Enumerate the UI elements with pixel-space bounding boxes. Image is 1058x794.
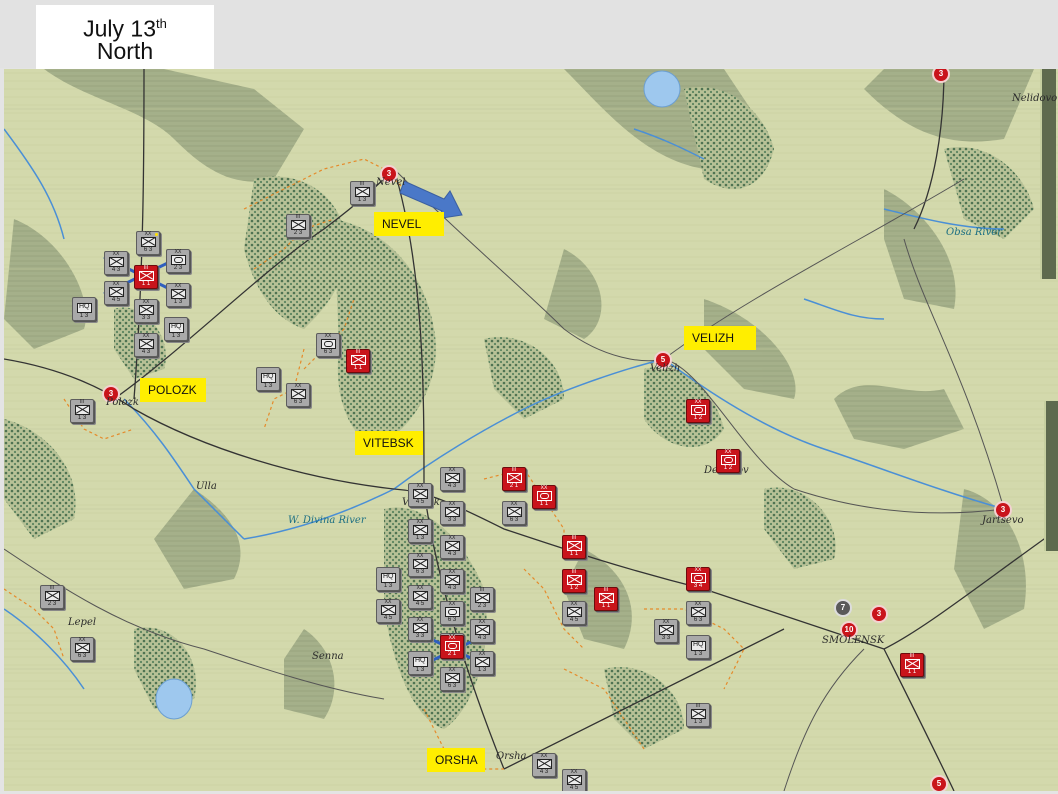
label-orsha: ORSHA (427, 748, 485, 772)
german-unit[interactable]: XX2 3 (166, 249, 190, 273)
german-unit[interactable]: XX 6 3 (686, 601, 710, 625)
terrain-layer (4, 69, 1058, 791)
german-unit[interactable]: XX 6 3 (316, 333, 340, 357)
city-bottom-right-marker[interactable]: 5 (930, 775, 948, 791)
soviet-unit[interactable]: XX 2 1 (440, 635, 464, 659)
soviet-unit[interactable]: III 1 1 (134, 265, 158, 289)
german-unit[interactable]: XX 3 3 (408, 617, 432, 641)
german-unit[interactable]: III 2 3 (470, 587, 494, 611)
label-nevel: NEVEL (374, 212, 444, 236)
german-unit[interactable]: XX 4 3 (470, 619, 494, 643)
lake-north (643, 70, 681, 108)
german-unit[interactable]: XX 4 5 (376, 599, 400, 623)
german-unit[interactable]: XX 4 3 (440, 569, 464, 593)
german-unit[interactable]: XX 3 3 (134, 299, 158, 323)
german-unit[interactable]: XX 6 3 (408, 553, 432, 577)
german-unit[interactable]: XX 6 3 (502, 501, 526, 525)
german-unit[interactable]: XX 1 3 (408, 519, 432, 543)
town-velizh: Velizh (650, 363, 681, 374)
german-unit[interactable]: XX 6 3 (440, 601, 464, 625)
german-unit[interactable]: XX 4 3 (532, 753, 556, 777)
german-unit[interactable]: XX 4 5 (408, 483, 432, 507)
city-smolensk-east-marker[interactable]: 3 (870, 605, 888, 623)
german-hq[interactable]: 1 3 (164, 317, 188, 341)
town-smolensk: SMOLENSK (822, 635, 885, 646)
german-hq[interactable]: 1 3 (256, 367, 280, 391)
german-unit[interactable]: XX 3 3 (654, 619, 678, 643)
region-title: North (96, 38, 154, 64)
soviet-unit[interactable]: III 1 1 (562, 535, 586, 559)
german-unit[interactable]: XX 6 3 (70, 637, 94, 661)
label-polozk: POLOZK (140, 378, 206, 402)
soviet-unit[interactable]: III 1 2 (562, 569, 586, 593)
label-vitebsk: VITEBSK (355, 431, 423, 455)
lake-south (155, 678, 193, 720)
german-unit[interactable]: III 1 3 (350, 181, 374, 205)
date-title-box: July 13th North (36, 5, 214, 69)
german-unit[interactable]: XX 4 5 (408, 585, 432, 609)
town-yartsevo: Jartsevo (982, 515, 1024, 526)
soviet-unit[interactable]: XX 1 2 (686, 399, 710, 423)
town-ulla: Ulla (196, 481, 217, 492)
soviet-unit[interactable]: III 1 1 (594, 587, 618, 611)
german-unit[interactable]: XX 4 5 (562, 601, 586, 625)
soviet-unit[interactable]: III 2 1 (502, 467, 526, 491)
german-unit[interactable]: XX 4 3 (134, 333, 158, 357)
german-unit[interactable]: XX 3 3 (440, 501, 464, 525)
german-hq[interactable]: 1 3 (72, 297, 96, 321)
soviet-unit[interactable]: III 1 1 (346, 349, 370, 373)
german-unit[interactable]: XX 1 3 (470, 651, 494, 675)
soviet-unit[interactable]: III 1 1 (900, 653, 924, 677)
german-unit[interactable]: XX 4 5 (104, 281, 128, 305)
german-hq[interactable]: 1 3 (408, 651, 432, 675)
soviet-unit[interactable]: XX 1 1 (532, 485, 556, 509)
german-unit[interactable]: XX 1 3 (166, 283, 190, 307)
town-nelidovo: Nelidovo (1012, 93, 1058, 104)
soviet-unit[interactable]: XX 1 2 (716, 449, 740, 473)
german-unit[interactable]: XX 6 3 (136, 231, 160, 255)
label-velizh: VELIZH (684, 326, 756, 350)
german-unit[interactable]: III 2 3 (286, 214, 310, 238)
german-unit[interactable]: III 1 3 (70, 399, 94, 423)
german-unit[interactable]: III 2 3 (40, 585, 64, 609)
river-divina-label: W. Divina River (288, 515, 366, 526)
german-unit[interactable]: XX 6 3 (440, 667, 464, 691)
river-obsa-label: Obsa River (946, 227, 1002, 238)
town-lepel: Lepel (68, 617, 97, 628)
german-hq[interactable]: 1 3 (376, 567, 400, 591)
german-unit[interactable]: III 1 3 (686, 703, 710, 727)
town-orsha: Orsha (496, 751, 527, 762)
german-unit[interactable]: XX 4 3 (440, 535, 464, 559)
german-unit[interactable]: XX 6 3 (286, 383, 310, 407)
german-unit[interactable]: XX 4 5 (562, 769, 586, 791)
town-nevel: Nevel (376, 177, 406, 188)
german-unit[interactable]: XX 4 3 (440, 467, 464, 491)
german-unit[interactable]: XX 4 3 (104, 251, 128, 275)
game-map[interactable]: 3 5 3 10 3 7 3 3 5 Nevel Velizh Polozk V… (4, 69, 1058, 791)
town-polozk: Polozk (106, 397, 139, 408)
city-smolensk-turn-marker[interactable]: 7 (834, 599, 852, 617)
town-senna: Senna (312, 651, 344, 662)
edge-panel-mid[interactable] (1044, 401, 1058, 551)
german-hq[interactable]: 1 3 (686, 635, 710, 659)
soviet-unit[interactable]: XX 3 4 (686, 567, 710, 591)
